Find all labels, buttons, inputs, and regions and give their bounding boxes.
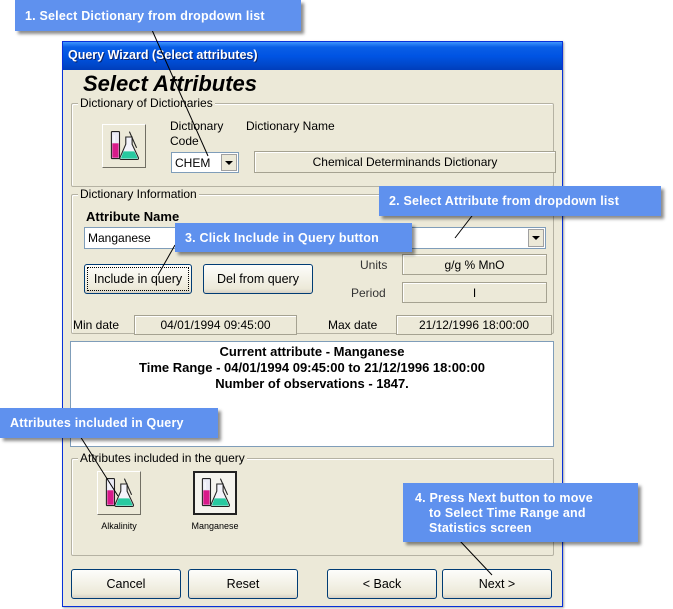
chevron-down-icon xyxy=(532,236,540,240)
window-title: Query Wizard (Select attributes) xyxy=(63,42,562,70)
callout-step-4: 4. Press Next button to move to Select T… xyxy=(403,483,638,542)
callout-attributes-included: Attributes included in Query xyxy=(0,408,218,438)
max-date-field: 21/12/1996 18:00:00 xyxy=(396,315,552,335)
period-label: Period xyxy=(351,286,386,300)
dictionary-code-value: CHEM xyxy=(175,155,211,170)
units-field: g/g % MnO xyxy=(402,254,547,275)
min-date-field: 04/01/1994 09:45:00 xyxy=(134,315,297,335)
dictionary-name-label: Dictionary Name xyxy=(246,119,335,133)
next-button[interactable]: Next > xyxy=(442,569,552,599)
attribute-name-label: Attribute Name xyxy=(86,209,180,224)
reset-button[interactable]: Reset xyxy=(188,569,298,599)
min-date-label: Min date xyxy=(73,318,120,332)
callout-step-4-line-1: 4. Press Next button to move xyxy=(415,491,593,505)
included-attribute-label: Alkalinity xyxy=(101,521,137,531)
period-field: I xyxy=(402,282,547,303)
units-label: Units xyxy=(360,258,388,272)
del-from-query-button[interactable]: Del from query xyxy=(203,264,313,294)
chemistry-flask-icon xyxy=(106,128,142,164)
info-line-1: Current attribute - Manganese xyxy=(219,344,405,359)
callout-step-4-line-2: to Select Time Range and xyxy=(429,506,586,520)
info-line-3: Number of observations - 1847. xyxy=(215,376,409,391)
included-attribute-label: Manganese xyxy=(191,521,239,531)
cancel-button[interactable]: Cancel xyxy=(71,569,181,599)
included-attribute-manganese[interactable] xyxy=(193,471,237,515)
dictionary-code-select[interactable]: CHEM xyxy=(171,152,239,173)
callout-step-4-line-3: Statistics screen xyxy=(429,521,532,535)
info-line-2: Time Range - 04/01/1994 09:45:00 to 21/1… xyxy=(139,360,485,375)
include-in-query-button[interactable]: Include in query xyxy=(84,264,192,294)
chevron-down-icon xyxy=(225,160,233,165)
attribute-dropdown-button[interactable] xyxy=(528,229,544,247)
callout-step-1: 1. Select Dictionary from dropdown list xyxy=(15,0,301,31)
max-date-label: Max date xyxy=(328,318,378,332)
included-attribute-alkalinity[interactable] xyxy=(97,471,141,515)
page-heading: Select Attributes xyxy=(83,71,258,96)
dictionary-code-label: Dictionary Code xyxy=(170,119,224,148)
group-title: Attributes included in the query xyxy=(78,451,247,465)
callout-step-2: 2. Select Attribute from dropdown list xyxy=(379,186,661,216)
dictionary-icon-tile xyxy=(102,124,146,168)
callout-step-3: 3. Click Include in Query button xyxy=(175,223,412,252)
dictionary-dropdown-button[interactable] xyxy=(221,154,237,171)
chemistry-flask-icon xyxy=(197,475,233,511)
attribute-name-value: Manganese xyxy=(88,231,151,245)
chemistry-flask-icon xyxy=(101,475,137,511)
dictionary-of-dictionaries-group: Dictionary of Dictionaries Dictionary Co… xyxy=(71,96,556,187)
group-title: Dictionary of Dictionaries xyxy=(78,96,215,110)
group-title: Dictionary Information xyxy=(78,187,199,201)
dictionary-name-field: Chemical Determinands Dictionary xyxy=(254,151,556,173)
back-button[interactable]: < Back xyxy=(327,569,437,599)
